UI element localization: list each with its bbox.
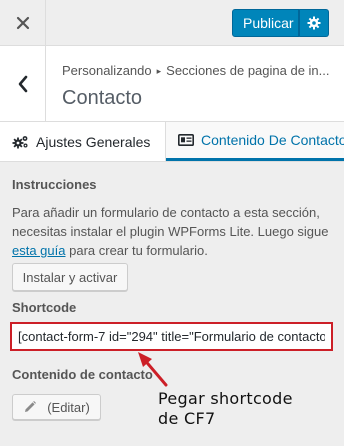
edit-button[interactable]: (Editar)	[12, 394, 101, 420]
section-tabs: Ajustes Generales Contenido De Contacto	[0, 122, 344, 162]
install-activate-button[interactable]: Instalar y activar	[12, 263, 128, 291]
close-button[interactable]	[0, 0, 46, 45]
edit-button-label: (Editar)	[47, 399, 90, 415]
tab-contenido-de-contacto[interactable]: Contenido De Contacto	[166, 122, 344, 161]
chevron-left-icon	[18, 75, 27, 92]
tab-label: Contenido De Contacto	[201, 132, 344, 148]
breadcrumb-section: Secciones de pagina de in...	[166, 63, 330, 78]
cogs-icon	[12, 135, 29, 149]
annotation-line-2: de CF7	[158, 409, 216, 428]
customizer-topbar: Publicar	[0, 0, 344, 46]
instructions-label: Instrucciones	[12, 177, 97, 192]
page-title: Contacto	[62, 87, 143, 109]
tab-label: Ajustes Generales	[36, 133, 151, 150]
id-card-icon	[178, 134, 194, 146]
close-icon	[16, 16, 29, 29]
shortcode-input[interactable]	[10, 322, 333, 351]
guide-link[interactable]: esta guía	[12, 243, 66, 258]
publish-settings-button[interactable]	[299, 9, 329, 37]
instructions-text-part: para crear tu formulario.	[65, 243, 208, 258]
annotation-text: Pegar shortcode de CF7	[158, 389, 293, 429]
gear-icon	[307, 16, 321, 30]
contact-content-label: Contenido de contacto	[12, 367, 153, 382]
publish-button[interactable]: Publicar	[232, 9, 299, 37]
breadcrumb: Personalizando ▸ Secciones de pagina de in…	[62, 63, 338, 78]
instructions-text-part: Para añadir un formulario de contacto a …	[12, 205, 329, 239]
tab-ajustes-generales[interactable]: Ajustes Generales	[0, 122, 166, 161]
back-button[interactable]	[0, 46, 46, 121]
publish-group: Publicar	[232, 9, 329, 37]
breadcrumb-separator: ▸	[156, 66, 162, 76]
section-content: Instrucciones Para añadir un formulario …	[0, 162, 344, 446]
breadcrumb-root: Personalizando	[62, 63, 152, 78]
annotation-line-1: Pegar shortcode	[158, 389, 293, 408]
instructions-text: Para añadir un formulario de contacto a …	[12, 203, 334, 260]
shortcode-label: Shortcode	[12, 300, 77, 315]
section-header: Personalizando ▸ Secciones de pagina de in…	[0, 46, 344, 122]
pencil-icon	[23, 400, 37, 414]
